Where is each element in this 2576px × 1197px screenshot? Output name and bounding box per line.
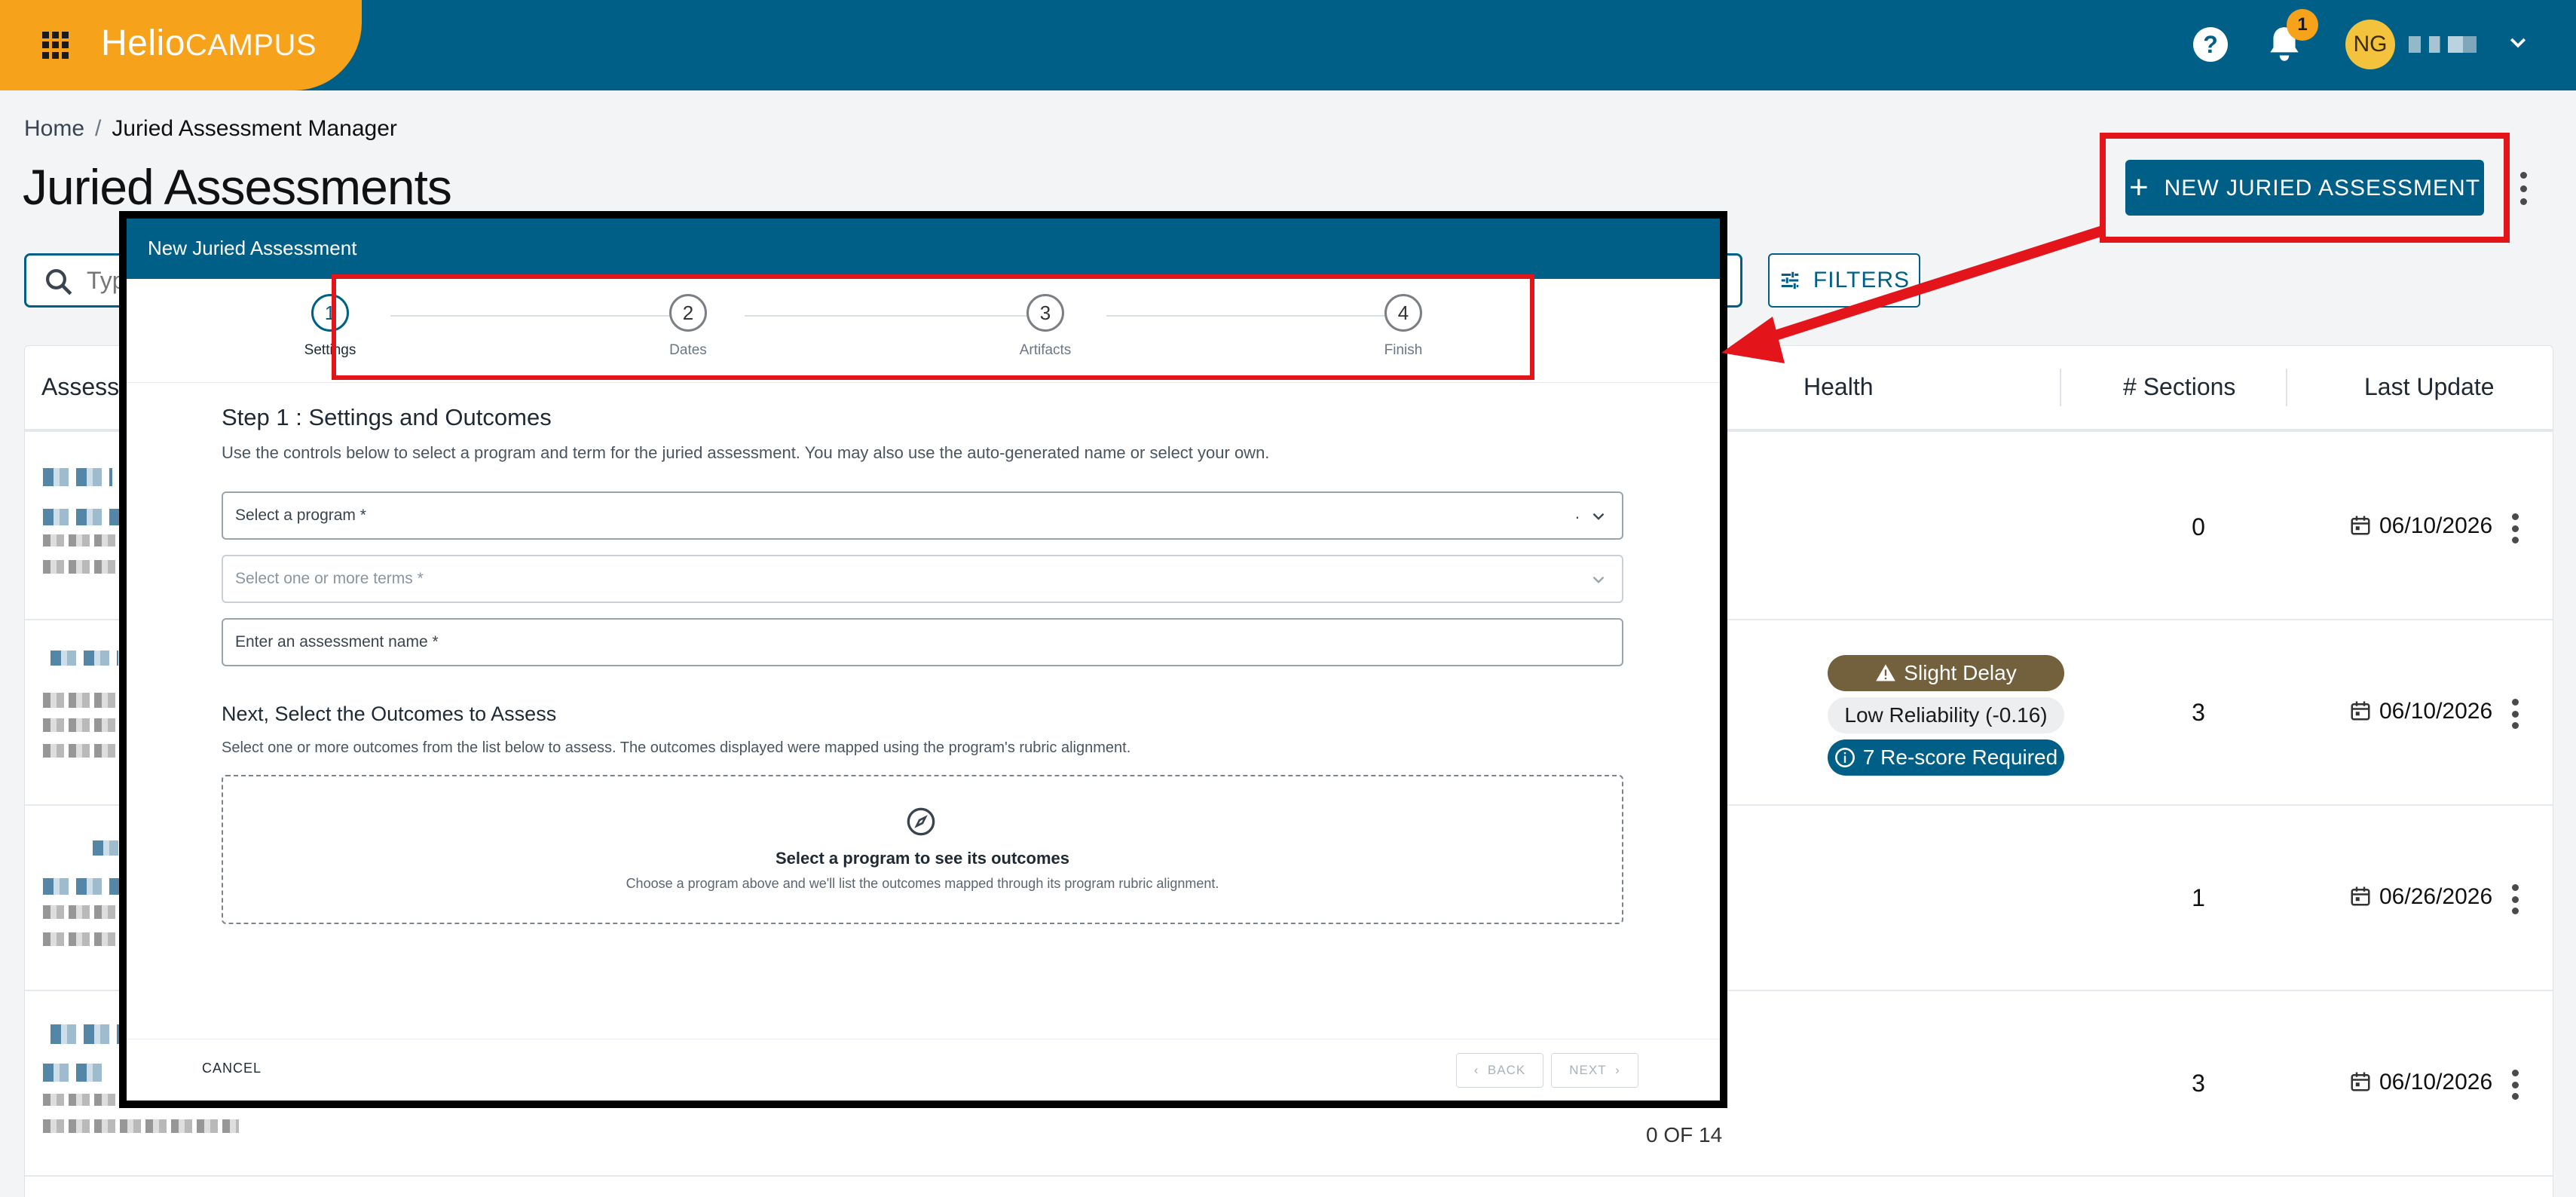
row-more-options-icon[interactable] xyxy=(2509,699,2521,729)
user-name-redacted[interactable] xyxy=(2409,36,2477,53)
status-badge-rescore[interactable]: 7 Re-score Required xyxy=(1828,739,2064,776)
redacted-name xyxy=(43,1064,103,1082)
program-select-label: Select a program * xyxy=(235,507,366,524)
column-divider xyxy=(2286,369,2287,406)
outcomes-title: Next, Select the Outcomes to Assess xyxy=(222,703,557,725)
modal-title: New Juried Assessment xyxy=(148,237,357,259)
redacted-detail xyxy=(43,560,121,574)
modal-header: New Juried Assessment xyxy=(127,219,1720,279)
last-update-value: 06/10/2026 xyxy=(2379,513,2493,538)
redacted-name xyxy=(43,878,126,895)
redacted-name xyxy=(50,651,118,666)
modal-body: Step 1 : Settings and Outcomes Use the c… xyxy=(222,404,1625,924)
terms-select-label: Select one or more terms * xyxy=(235,570,424,587)
terms-select[interactable]: Select one or more terms * xyxy=(222,555,1623,603)
back-label: BACK xyxy=(1487,1063,1526,1077)
outcomes-description: Select one or more outcomes from the lis… xyxy=(222,739,1131,756)
redacted-name xyxy=(50,1024,126,1044)
program-select[interactable]: Select a program * . xyxy=(222,491,1623,540)
chevron-right-icon: › xyxy=(1615,1063,1620,1077)
breadcrumb-home[interactable]: Home xyxy=(24,116,84,141)
warning-icon xyxy=(1876,664,1896,681)
step-description: Use the controls below to select a progr… xyxy=(222,443,1270,462)
status-badge-slight-delay[interactable]: Slight Delay xyxy=(1828,655,2064,691)
last-update-date: 06/26/2026 xyxy=(2349,884,2507,910)
redacted-name xyxy=(43,509,126,525)
info-icon xyxy=(1834,748,1855,767)
sections-count: 0 xyxy=(2192,513,2205,540)
column-health[interactable]: Health xyxy=(1804,373,1874,401)
search-icon xyxy=(46,269,72,295)
annotation-stepper-highlight xyxy=(332,274,1534,380)
redacted-detail xyxy=(43,932,118,946)
rescore-label: 7 Re-score Required xyxy=(1862,745,2058,769)
redacted-detail xyxy=(43,693,118,708)
top-bar: HelioCAMPUS ? 1 NG xyxy=(0,0,2576,90)
redacted-detail xyxy=(43,534,118,546)
chevron-down-icon xyxy=(1592,576,1605,583)
step-title: Step 1 : Settings and Outcomes xyxy=(222,404,552,430)
notification-badge: 1 xyxy=(2287,9,2318,41)
sections-count: 3 xyxy=(2192,699,2205,726)
last-update-date: 06/10/2026 xyxy=(2349,699,2507,724)
sections-count: 1 xyxy=(2192,884,2205,911)
modal-footer: CANCEL ‹ BACK NEXT › xyxy=(127,1039,1720,1108)
annotation-new-button-highlight xyxy=(2100,133,2510,243)
redacted-name xyxy=(43,468,112,486)
calendar-icon xyxy=(2351,1072,2370,1091)
help-icon[interactable]: ? xyxy=(2193,27,2228,62)
brand-logo[interactable]: HelioCAMPUS xyxy=(101,23,317,64)
calendar-icon xyxy=(2351,886,2370,906)
breadcrumb-separator: / xyxy=(95,116,102,141)
last-update-value: 06/10/2026 xyxy=(2379,1070,2493,1094)
page-more-options-icon[interactable] xyxy=(2517,172,2529,205)
redacted-detail xyxy=(43,718,124,732)
assessment-name-label: Enter an assessment name * xyxy=(235,633,439,651)
column-sections[interactable]: # Sections xyxy=(2123,373,2235,401)
last-update-value: 06/10/2026 xyxy=(2379,699,2493,724)
redacted-name xyxy=(93,840,123,856)
calendar-icon xyxy=(2351,701,2370,721)
chevron-down-icon xyxy=(1592,513,1605,520)
page-title: Juried Assessments xyxy=(23,159,452,215)
outcomes-empty-state: Select a program to see its outcomes Cho… xyxy=(222,775,1623,924)
filter-sliders-icon xyxy=(1781,271,1799,289)
progress-count: 0 OF 14 xyxy=(1646,1123,1723,1146)
next-button[interactable]: NEXT › xyxy=(1551,1053,1638,1088)
cancel-button[interactable]: CANCEL xyxy=(202,1061,262,1076)
brand-area: HelioCAMPUS xyxy=(0,0,362,90)
breadcrumb: Home / Juried Assessment Manager xyxy=(24,116,397,142)
next-label: NEXT xyxy=(1569,1063,1607,1077)
outcomes-empty-description: Choose a program above and we'll list th… xyxy=(626,876,1219,891)
chevron-down-icon[interactable] xyxy=(2507,32,2529,54)
last-update-value: 06/26/2026 xyxy=(2379,884,2493,909)
assessment-name-input[interactable]: Enter an assessment name * xyxy=(222,618,1623,666)
last-update-date: 06/10/2026 xyxy=(2349,513,2507,539)
row-more-options-icon[interactable] xyxy=(2509,1070,2521,1100)
redacted-detail xyxy=(43,905,121,919)
slight-delay-label: Slight Delay xyxy=(1904,661,2017,684)
compass-icon xyxy=(907,807,935,836)
row-more-options-icon[interactable] xyxy=(2509,513,2521,543)
app-grid-icon[interactable] xyxy=(42,32,69,59)
column-divider xyxy=(2060,369,2061,406)
row-more-options-icon[interactable] xyxy=(2509,884,2521,914)
sections-count: 3 xyxy=(2192,1070,2205,1097)
redacted-detail xyxy=(43,744,118,758)
breadcrumb-current: Juried Assessment Manager xyxy=(112,116,397,141)
brand-secondary: CAMPUS xyxy=(185,29,317,62)
user-avatar[interactable]: NG xyxy=(2345,20,2395,69)
program-select-marker: . xyxy=(1574,504,1580,522)
chevron-left-icon: ‹ xyxy=(1473,1063,1479,1077)
calendar-icon xyxy=(2351,516,2370,535)
filters-button[interactable]: FILTERS xyxy=(1768,253,1920,308)
redacted-detail xyxy=(43,1119,239,1133)
column-last-update[interactable]: Last Update xyxy=(2364,373,2507,401)
last-update-date: 06/10/2026 xyxy=(2349,1070,2507,1095)
brand-primary: Helio xyxy=(101,23,185,63)
status-badge-low-reliability[interactable]: Low Reliability (-0.16) xyxy=(1828,697,2064,733)
filters-label: FILTERS xyxy=(1813,268,1911,292)
outcomes-empty-title: Select a program to see its outcomes xyxy=(775,849,1070,868)
back-button[interactable]: ‹ BACK xyxy=(1456,1053,1543,1088)
